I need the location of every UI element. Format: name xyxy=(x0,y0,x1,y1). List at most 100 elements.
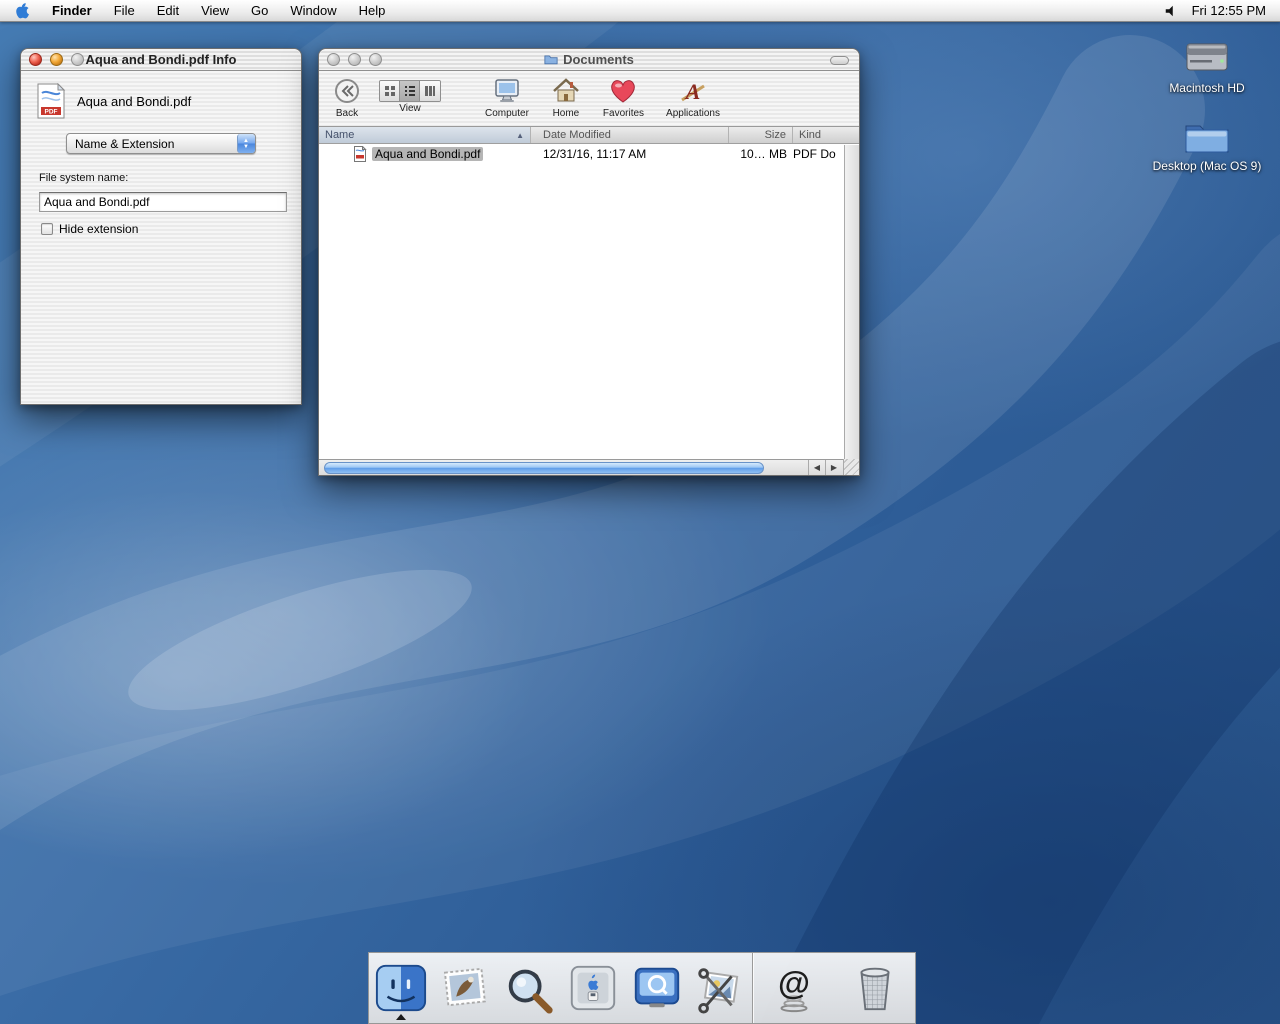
desktop: { "menu_bar": { "items": ["Finder", "Fil… xyxy=(0,0,1280,1024)
svg-text:@: @ xyxy=(778,964,810,1001)
menu-go[interactable]: Go xyxy=(240,0,279,22)
info-file-name: Aqua and Bondi.pdf xyxy=(77,94,191,109)
dock-item-finder[interactable] xyxy=(369,956,433,1020)
dock-item-sherlock[interactable] xyxy=(497,956,561,1020)
menu-view[interactable]: View xyxy=(190,0,240,22)
column-header-kind-label: Kind xyxy=(799,129,821,141)
close-button[interactable] xyxy=(327,53,340,66)
horizontal-scrollbar-thumb[interactable] xyxy=(324,462,764,474)
menu-clock[interactable]: Fri 12:55 PM xyxy=(1188,3,1280,18)
menu-file[interactable]: File xyxy=(103,0,146,22)
at-spring-icon: @ xyxy=(767,961,821,1015)
toolbar-toggle-button[interactable] xyxy=(830,56,849,65)
volume-menu-extra[interactable] xyxy=(1154,4,1188,18)
apple-icon xyxy=(14,2,29,19)
zoom-button[interactable] xyxy=(369,53,382,66)
resize-grip[interactable] xyxy=(843,459,859,475)
list-view-icon xyxy=(404,85,416,97)
applications-button[interactable]: A Applications xyxy=(666,75,720,119)
column-header-date-label: Date Modified xyxy=(543,129,611,141)
close-button[interactable] xyxy=(29,53,42,66)
list-view-button[interactable] xyxy=(400,81,420,101)
documents-toolbar: Back xyxy=(319,71,859,127)
column-view-button[interactable] xyxy=(420,81,440,101)
icon-view-icon xyxy=(384,85,396,97)
back-icon xyxy=(333,75,361,107)
documents-window-title-text: Documents xyxy=(563,52,634,67)
column-header-date-modified[interactable]: Date Modified xyxy=(531,127,729,143)
documents-window-titlebar[interactable]: Documents xyxy=(319,49,859,71)
dock-item-quicktime[interactable] xyxy=(625,956,689,1020)
favorites-label: Favorites xyxy=(603,108,644,119)
section-dropdown[interactable]: Name & Extension ▲▼ xyxy=(66,133,256,154)
folder-icon xyxy=(544,53,558,65)
home-button[interactable]: Home xyxy=(551,75,581,119)
column-header-kind[interactable]: Kind xyxy=(793,127,859,143)
dock-item-mail[interactable] xyxy=(433,956,497,1020)
computer-button[interactable]: Computer xyxy=(485,75,529,119)
back-button[interactable]: Back xyxy=(333,75,361,119)
finder-icon xyxy=(374,961,428,1015)
file-name-cell: Aqua and Bondi.pdf xyxy=(319,146,531,162)
hide-extension-label: Hide extension xyxy=(59,222,138,236)
icon-view-button[interactable] xyxy=(380,81,400,101)
vertical-scrollbar[interactable] xyxy=(844,145,859,459)
file-system-field-wrap xyxy=(21,188,301,212)
menu-window[interactable]: Window xyxy=(279,0,347,22)
info-window-body: PDF Aqua and Bondi.pdf Name & Extension … xyxy=(21,71,301,404)
dock-item-trash[interactable] xyxy=(834,956,915,1020)
hide-extension-checkbox[interactable] xyxy=(41,223,53,235)
documents-window-title: Documents xyxy=(319,52,859,67)
info-section-row: Name & Extension ▲▼ xyxy=(21,129,301,154)
menu-edit[interactable]: Edit xyxy=(146,0,190,22)
view-control: View xyxy=(379,75,441,114)
minimize-button[interactable] xyxy=(50,53,63,66)
dropdown-arrows-icon: ▲▼ xyxy=(237,134,255,153)
column-view-icon xyxy=(424,85,436,97)
file-date-cell: 12/31/16, 11:17 AM xyxy=(531,147,729,161)
scroll-left-button[interactable]: ◀ xyxy=(808,460,825,475)
desktop-icon-mac-os-9[interactable]: Desktop (Mac OS 9) xyxy=(1152,118,1262,173)
column-header-name-label: Name xyxy=(325,129,354,141)
documents-window: Documents Back xyxy=(318,48,860,476)
scroll-right-button[interactable]: ▶ xyxy=(825,460,842,475)
file-system-name-input[interactable] xyxy=(39,192,287,212)
zoom-button[interactable] xyxy=(71,53,84,66)
favorites-button[interactable]: Favorites xyxy=(603,75,644,119)
desktop-icon-macintosh-hd[interactable]: Macintosh HD xyxy=(1152,36,1262,95)
mail-stamp-icon xyxy=(438,961,492,1015)
computer-icon xyxy=(492,75,522,107)
info-window-titlebar[interactable]: Aqua and Bondi.pdf Info xyxy=(21,49,301,71)
view-segmented-control xyxy=(379,80,441,102)
column-header-size[interactable]: Size xyxy=(729,127,793,143)
horizontal-scrollbar[interactable]: ◀ ▶ xyxy=(319,459,859,475)
minimize-button[interactable] xyxy=(348,53,361,66)
svg-text:PDF: PDF xyxy=(45,109,58,116)
column-header-size-label: Size xyxy=(765,129,786,141)
home-label: Home xyxy=(553,108,580,119)
back-label: Back xyxy=(336,108,358,119)
file-kind-cell: PDF Do xyxy=(793,147,844,161)
menu-help[interactable]: Help xyxy=(348,0,397,22)
info-window-title: Aqua and Bondi.pdf Info xyxy=(21,52,301,67)
applications-icon: A xyxy=(678,75,708,107)
dock-item-system-preferences[interactable] xyxy=(561,956,625,1020)
dock-item-internet-shortcut[interactable]: @ xyxy=(753,956,834,1020)
file-row[interactable]: Aqua and Bondi.pdf 12/31/16, 11:17 AM 10… xyxy=(319,145,844,163)
section-dropdown-value: Name & Extension xyxy=(67,137,237,151)
apple-menu[interactable] xyxy=(0,0,41,22)
desktop-icon-label: Macintosh HD xyxy=(1169,81,1244,95)
dock-item-grab[interactable] xyxy=(688,956,752,1020)
system-preferences-icon xyxy=(566,961,620,1015)
home-icon xyxy=(551,75,581,107)
folder-icon xyxy=(1183,118,1231,156)
column-header-name[interactable]: Name ▲ xyxy=(319,127,531,143)
scroll-arrow-buttons: ◀ ▶ xyxy=(808,460,842,475)
hide-extension-row: Hide extension xyxy=(21,212,301,236)
file-name-selected: Aqua and Bondi.pdf xyxy=(372,147,483,161)
trash-icon xyxy=(848,961,902,1015)
menu-finder[interactable]: Finder xyxy=(41,0,103,22)
speaker-icon xyxy=(1164,4,1178,18)
info-window: Aqua and Bondi.pdf Info PDF Aqua and Bon… xyxy=(20,48,302,405)
favorites-heart-icon xyxy=(608,75,638,107)
